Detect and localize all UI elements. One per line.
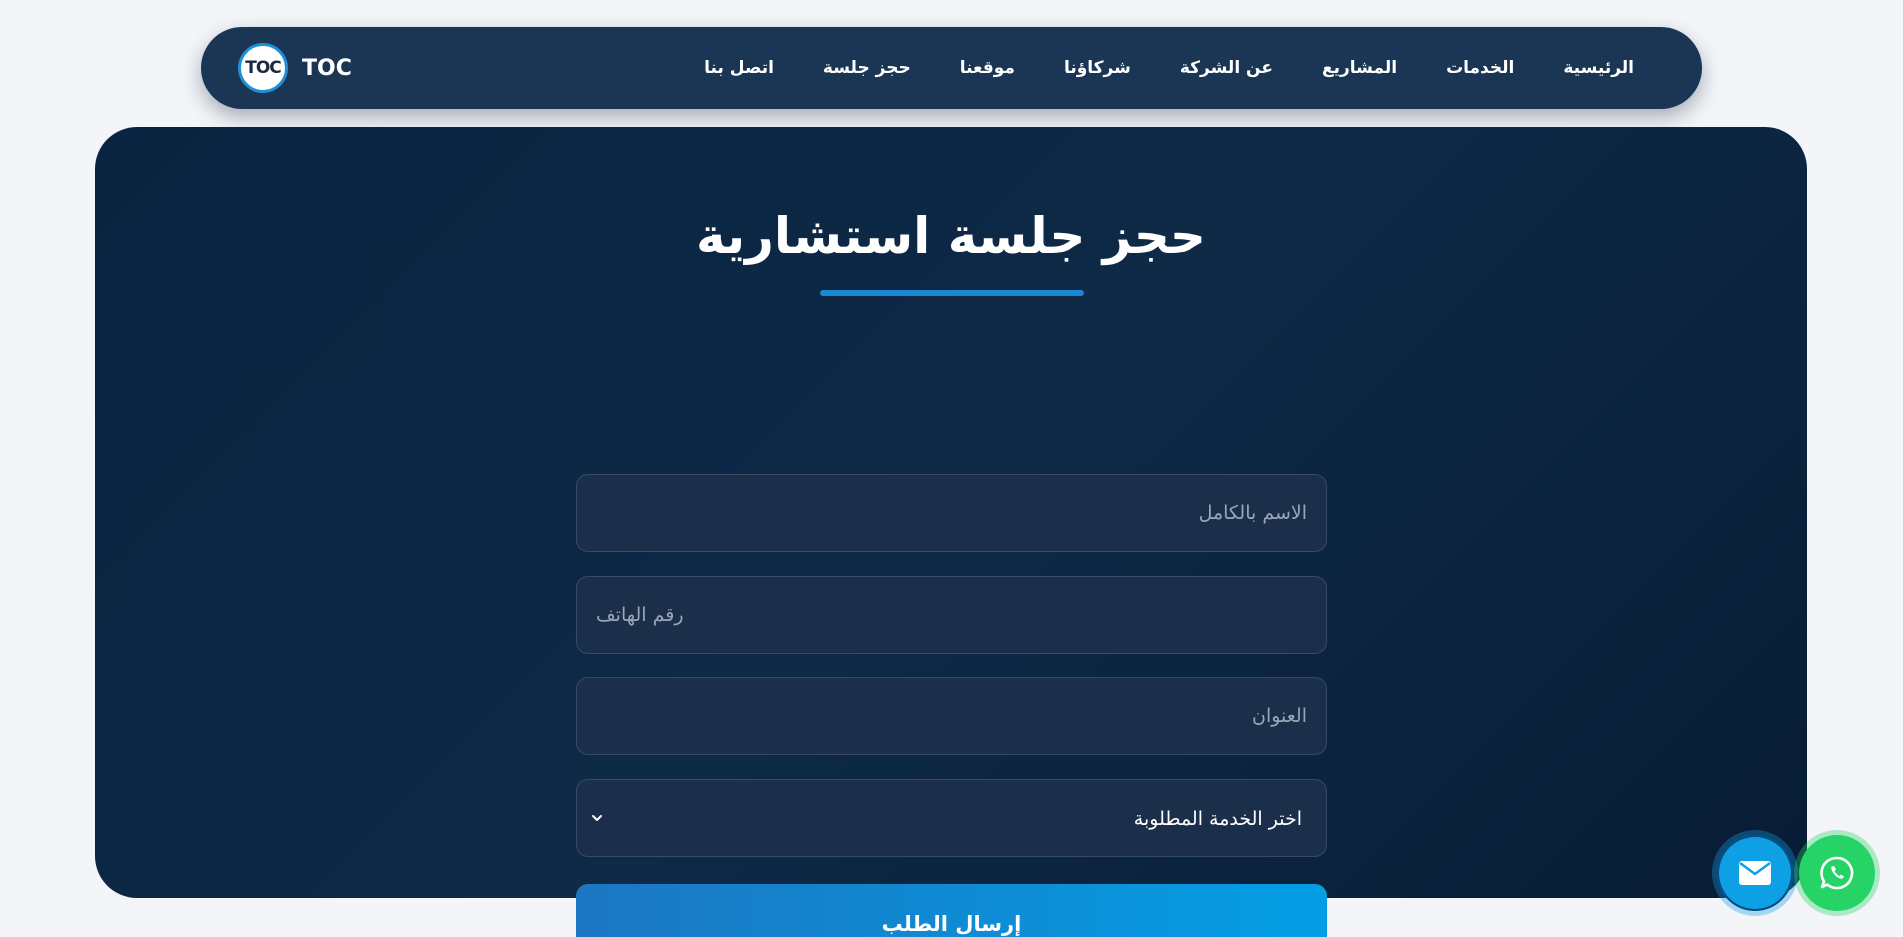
envelope-icon xyxy=(1739,861,1771,885)
booking-title: حجز جلسة استشارية xyxy=(696,207,1206,265)
whatsapp-icon xyxy=(1820,856,1854,890)
address-input[interactable] xyxy=(576,677,1327,755)
nav-link-services[interactable]: الخدمات xyxy=(1446,58,1514,78)
service-select[interactable]: اختر الخدمة المطلوبة xyxy=(576,779,1327,857)
email-button[interactable] xyxy=(1717,835,1793,911)
phone-input[interactable] xyxy=(576,576,1327,654)
nav-link-home[interactable]: الرئيسية xyxy=(1563,58,1634,78)
brand-name: TOC xyxy=(302,55,352,81)
title-underline xyxy=(820,290,1084,296)
nav-link-booking[interactable]: حجز جلسة xyxy=(823,58,911,78)
whatsapp-button[interactable] xyxy=(1799,835,1875,911)
nav-link-about[interactable]: عن الشركة xyxy=(1180,58,1273,78)
nav-link-contact[interactable]: اتصل بنا xyxy=(704,58,774,78)
submit-button[interactable]: إرسال الطلب xyxy=(576,884,1327,937)
nav-link-location[interactable]: موقعنا xyxy=(960,58,1015,78)
full-name-input[interactable] xyxy=(576,474,1327,552)
brand-logo-text: TOC xyxy=(245,58,282,78)
nav-links: الرئيسية الخدمات المشاريع عن الشركة شركا… xyxy=(704,27,1634,109)
brand-logo: TOC xyxy=(238,43,288,93)
chevron-down-icon xyxy=(592,815,602,821)
brand[interactable]: TOC TOC xyxy=(238,43,352,93)
booking-section: حجز جلسة استشارية اختر الخدمة المطلوبة إ… xyxy=(95,127,1807,937)
service-select-value: اختر الخدمة المطلوبة xyxy=(1133,808,1302,830)
nav-link-partners[interactable]: شركاؤنا xyxy=(1064,58,1131,78)
nav-link-projects[interactable]: المشاريع xyxy=(1322,58,1397,78)
top-navbar: TOC TOC الرئيسية الخدمات المشاريع عن الش… xyxy=(201,27,1702,109)
